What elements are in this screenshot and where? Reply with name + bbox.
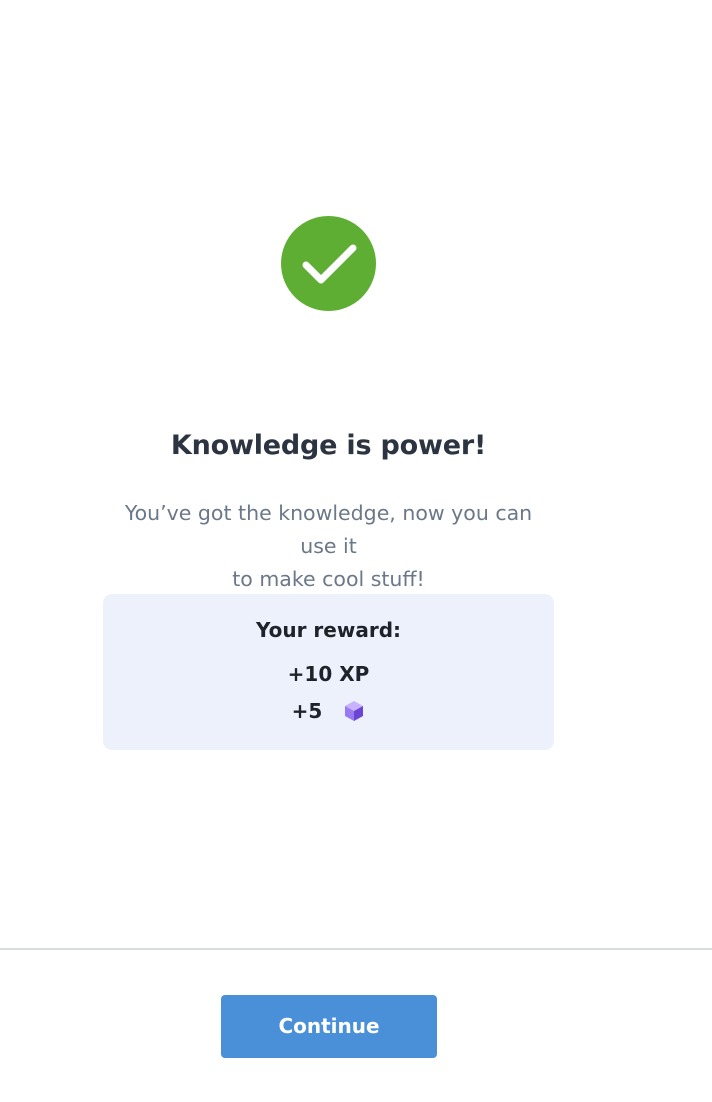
purple-cube-icon	[345, 700, 364, 721]
lesson-complete-screen: Knowledge is power! You’ve got the knowl…	[0, 0, 712, 1102]
success-check-icon	[281, 216, 376, 311]
message-line-1: You’ve got the knowledge, now you can us…	[124, 501, 533, 558]
footer-divider	[0, 948, 712, 950]
reward-gems: +5	[103, 697, 554, 723]
reward-title: Your reward:	[255, 618, 402, 642]
reward-gem-count: +5	[291, 698, 323, 723]
page-title: Knowledge is power!	[170, 430, 487, 461]
continue-button[interactable]: Continue	[221, 995, 437, 1058]
message-line-2: to make cool stuff!	[232, 567, 425, 591]
completion-message: You’ve got the knowledge, now you can us…	[104, 497, 553, 596]
reward-xp: +10 XP	[287, 662, 370, 686]
reward-card: Your reward: +10 XP +5	[103, 594, 554, 750]
